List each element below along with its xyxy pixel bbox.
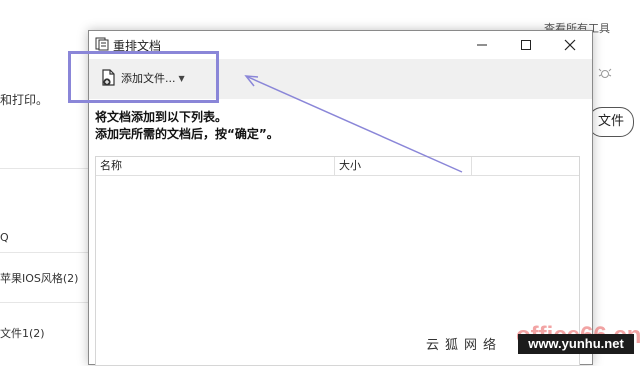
- watermark: 云狐网络 office66.cn www.yunhu.net: [418, 322, 640, 359]
- watermark-site: www.yunhu.net: [518, 334, 634, 354]
- watermark-chinese: 云狐网络: [426, 338, 503, 353]
- annotation-arrow: [244, 75, 463, 173]
